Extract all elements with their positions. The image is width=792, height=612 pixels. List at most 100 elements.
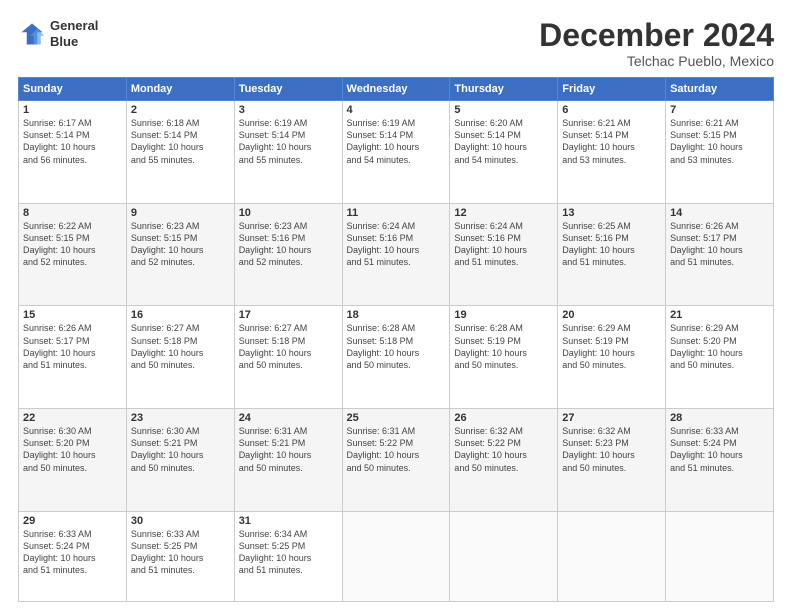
- cell-details: Sunrise: 6:33 AMSunset: 5:25 PMDaylight:…: [131, 528, 230, 577]
- calendar-week-row: 29Sunrise: 6:33 AMSunset: 5:24 PMDayligh…: [19, 511, 774, 601]
- day-number: 18: [347, 309, 446, 321]
- day-number: 25: [347, 412, 446, 424]
- cell-details: Sunrise: 6:29 AMSunset: 5:20 PMDaylight:…: [670, 322, 769, 371]
- cell-details: Sunrise: 6:17 AMSunset: 5:14 PMDaylight:…: [23, 117, 122, 166]
- calendar-cell: 28Sunrise: 6:33 AMSunset: 5:24 PMDayligh…: [666, 409, 774, 512]
- cell-details: Sunrise: 6:27 AMSunset: 5:18 PMDaylight:…: [239, 322, 338, 371]
- day-number: 20: [562, 309, 661, 321]
- calendar-cell: 2Sunrise: 6:18 AMSunset: 5:14 PMDaylight…: [126, 101, 234, 204]
- col-header-tuesday: Tuesday: [234, 78, 342, 101]
- cell-details: Sunrise: 6:30 AMSunset: 5:21 PMDaylight:…: [131, 425, 230, 474]
- col-header-monday: Monday: [126, 78, 234, 101]
- day-number: 16: [131, 309, 230, 321]
- calendar-cell: 9Sunrise: 6:23 AMSunset: 5:15 PMDaylight…: [126, 203, 234, 306]
- calendar-cell: 13Sunrise: 6:25 AMSunset: 5:16 PMDayligh…: [558, 203, 666, 306]
- cell-details: Sunrise: 6:31 AMSunset: 5:22 PMDaylight:…: [347, 425, 446, 474]
- cell-details: Sunrise: 6:26 AMSunset: 5:17 PMDaylight:…: [23, 322, 122, 371]
- day-number: 26: [454, 412, 553, 424]
- calendar-cell: 11Sunrise: 6:24 AMSunset: 5:16 PMDayligh…: [342, 203, 450, 306]
- calendar-cell: [558, 511, 666, 601]
- cell-details: Sunrise: 6:28 AMSunset: 5:18 PMDaylight:…: [347, 322, 446, 371]
- cell-details: Sunrise: 6:32 AMSunset: 5:22 PMDaylight:…: [454, 425, 553, 474]
- col-header-wednesday: Wednesday: [342, 78, 450, 101]
- calendar-cell: 21Sunrise: 6:29 AMSunset: 5:20 PMDayligh…: [666, 306, 774, 409]
- calendar-cell: 25Sunrise: 6:31 AMSunset: 5:22 PMDayligh…: [342, 409, 450, 512]
- header: General Blue December 2024 Telchac Puebl…: [18, 18, 774, 69]
- day-number: 3: [239, 104, 338, 116]
- cell-details: Sunrise: 6:34 AMSunset: 5:25 PMDaylight:…: [239, 528, 338, 577]
- cell-details: Sunrise: 6:22 AMSunset: 5:15 PMDaylight:…: [23, 220, 122, 269]
- day-number: 2: [131, 104, 230, 116]
- calendar-cell: 18Sunrise: 6:28 AMSunset: 5:18 PMDayligh…: [342, 306, 450, 409]
- calendar-cell: 8Sunrise: 6:22 AMSunset: 5:15 PMDaylight…: [19, 203, 127, 306]
- location-title: Telchac Pueblo, Mexico: [539, 53, 774, 69]
- cell-details: Sunrise: 6:29 AMSunset: 5:19 PMDaylight:…: [562, 322, 661, 371]
- day-number: 12: [454, 207, 553, 219]
- col-header-friday: Friday: [558, 78, 666, 101]
- cell-details: Sunrise: 6:23 AMSunset: 5:15 PMDaylight:…: [131, 220, 230, 269]
- col-header-saturday: Saturday: [666, 78, 774, 101]
- calendar-week-row: 15Sunrise: 6:26 AMSunset: 5:17 PMDayligh…: [19, 306, 774, 409]
- cell-details: Sunrise: 6:33 AMSunset: 5:24 PMDaylight:…: [670, 425, 769, 474]
- month-title: December 2024: [539, 18, 774, 53]
- calendar-cell: 26Sunrise: 6:32 AMSunset: 5:22 PMDayligh…: [450, 409, 558, 512]
- cell-details: Sunrise: 6:23 AMSunset: 5:16 PMDaylight:…: [239, 220, 338, 269]
- col-header-sunday: Sunday: [19, 78, 127, 101]
- calendar-cell: 5Sunrise: 6:20 AMSunset: 5:14 PMDaylight…: [450, 101, 558, 204]
- page: General Blue December 2024 Telchac Puebl…: [0, 0, 792, 612]
- logo-icon: [18, 20, 46, 48]
- cell-details: Sunrise: 6:26 AMSunset: 5:17 PMDaylight:…: [670, 220, 769, 269]
- day-number: 4: [347, 104, 446, 116]
- calendar-cell: 17Sunrise: 6:27 AMSunset: 5:18 PMDayligh…: [234, 306, 342, 409]
- day-number: 21: [670, 309, 769, 321]
- day-number: 8: [23, 207, 122, 219]
- calendar-cell: 1Sunrise: 6:17 AMSunset: 5:14 PMDaylight…: [19, 101, 127, 204]
- day-number: 30: [131, 515, 230, 527]
- cell-details: Sunrise: 6:24 AMSunset: 5:16 PMDaylight:…: [347, 220, 446, 269]
- calendar-cell: 30Sunrise: 6:33 AMSunset: 5:25 PMDayligh…: [126, 511, 234, 601]
- calendar-header-row: SundayMondayTuesdayWednesdayThursdayFrid…: [19, 78, 774, 101]
- cell-details: Sunrise: 6:33 AMSunset: 5:24 PMDaylight:…: [23, 528, 122, 577]
- cell-details: Sunrise: 6:30 AMSunset: 5:20 PMDaylight:…: [23, 425, 122, 474]
- calendar-cell: 27Sunrise: 6:32 AMSunset: 5:23 PMDayligh…: [558, 409, 666, 512]
- day-number: 10: [239, 207, 338, 219]
- day-number: 11: [347, 207, 446, 219]
- col-header-thursday: Thursday: [450, 78, 558, 101]
- cell-details: Sunrise: 6:25 AMSunset: 5:16 PMDaylight:…: [562, 220, 661, 269]
- cell-details: Sunrise: 6:19 AMSunset: 5:14 PMDaylight:…: [347, 117, 446, 166]
- calendar-cell: 6Sunrise: 6:21 AMSunset: 5:14 PMDaylight…: [558, 101, 666, 204]
- calendar-cell: 22Sunrise: 6:30 AMSunset: 5:20 PMDayligh…: [19, 409, 127, 512]
- day-number: 14: [670, 207, 769, 219]
- calendar-cell: [666, 511, 774, 601]
- calendar-cell: 10Sunrise: 6:23 AMSunset: 5:16 PMDayligh…: [234, 203, 342, 306]
- cell-details: Sunrise: 6:21 AMSunset: 5:14 PMDaylight:…: [562, 117, 661, 166]
- calendar-cell: [450, 511, 558, 601]
- day-number: 9: [131, 207, 230, 219]
- calendar-week-row: 8Sunrise: 6:22 AMSunset: 5:15 PMDaylight…: [19, 203, 774, 306]
- calendar-cell: 24Sunrise: 6:31 AMSunset: 5:21 PMDayligh…: [234, 409, 342, 512]
- calendar-table: SundayMondayTuesdayWednesdayThursdayFrid…: [18, 77, 774, 602]
- cell-details: Sunrise: 6:28 AMSunset: 5:19 PMDaylight:…: [454, 322, 553, 371]
- day-number: 6: [562, 104, 661, 116]
- cell-details: Sunrise: 6:21 AMSunset: 5:15 PMDaylight:…: [670, 117, 769, 166]
- calendar-cell: 23Sunrise: 6:30 AMSunset: 5:21 PMDayligh…: [126, 409, 234, 512]
- calendar-cell: 14Sunrise: 6:26 AMSunset: 5:17 PMDayligh…: [666, 203, 774, 306]
- title-block: December 2024 Telchac Pueblo, Mexico: [539, 18, 774, 69]
- cell-details: Sunrise: 6:27 AMSunset: 5:18 PMDaylight:…: [131, 322, 230, 371]
- day-number: 17: [239, 309, 338, 321]
- calendar-cell: 29Sunrise: 6:33 AMSunset: 5:24 PMDayligh…: [19, 511, 127, 601]
- day-number: 27: [562, 412, 661, 424]
- day-number: 15: [23, 309, 122, 321]
- cell-details: Sunrise: 6:19 AMSunset: 5:14 PMDaylight:…: [239, 117, 338, 166]
- calendar-week-row: 1Sunrise: 6:17 AMSunset: 5:14 PMDaylight…: [19, 101, 774, 204]
- calendar-cell: 16Sunrise: 6:27 AMSunset: 5:18 PMDayligh…: [126, 306, 234, 409]
- calendar-cell: 19Sunrise: 6:28 AMSunset: 5:19 PMDayligh…: [450, 306, 558, 409]
- calendar-cell: 15Sunrise: 6:26 AMSunset: 5:17 PMDayligh…: [19, 306, 127, 409]
- day-number: 1: [23, 104, 122, 116]
- calendar-week-row: 22Sunrise: 6:30 AMSunset: 5:20 PMDayligh…: [19, 409, 774, 512]
- cell-details: Sunrise: 6:31 AMSunset: 5:21 PMDaylight:…: [239, 425, 338, 474]
- day-number: 28: [670, 412, 769, 424]
- cell-details: Sunrise: 6:18 AMSunset: 5:14 PMDaylight:…: [131, 117, 230, 166]
- cell-details: Sunrise: 6:20 AMSunset: 5:14 PMDaylight:…: [454, 117, 553, 166]
- day-number: 7: [670, 104, 769, 116]
